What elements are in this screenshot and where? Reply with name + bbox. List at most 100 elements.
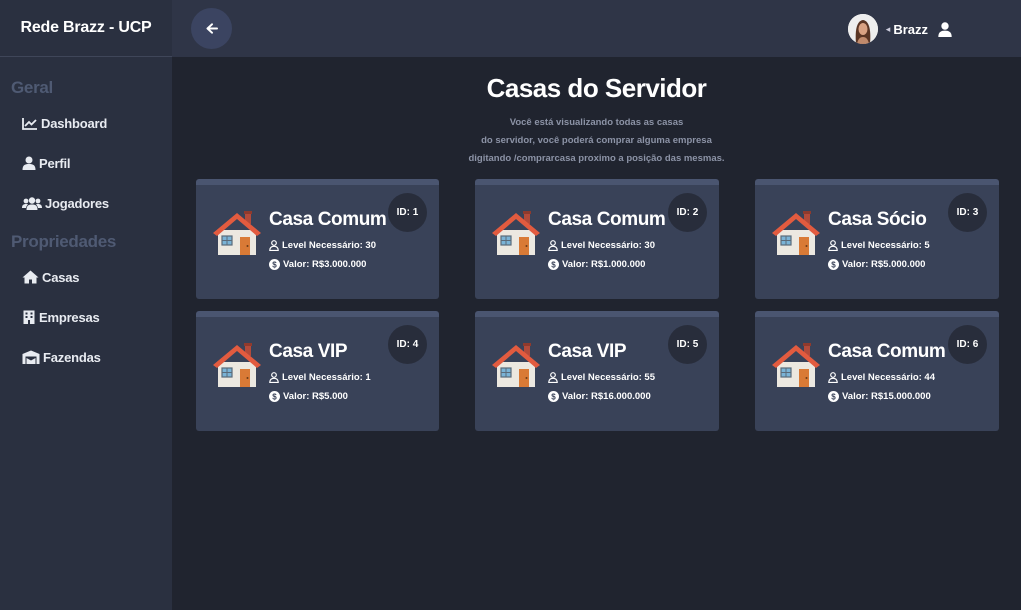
house-card[interactable]: Casa Sócio Level Necessário: 5 $ Valor: … xyxy=(755,179,999,299)
house-level-text: Level Necessário: 30 xyxy=(282,240,377,251)
house-id-badge: ID: 1 xyxy=(388,193,427,232)
dollar-icon: $ xyxy=(548,391,559,402)
sidebar-item-perfil[interactable]: Perfil xyxy=(0,143,172,183)
house-level-text: Level Necessário: 44 xyxy=(841,372,936,383)
house-emoji-icon xyxy=(213,211,261,255)
user-menu[interactable]: ◂ Brazz xyxy=(847,14,952,44)
user-icon xyxy=(22,156,36,170)
svg-text:$: $ xyxy=(272,393,277,402)
house-icon xyxy=(22,270,39,284)
house-name: Casa Comum xyxy=(828,341,946,362)
house-value-text: Valor: R$1.000.000 xyxy=(562,259,646,270)
user-outline-icon xyxy=(828,240,838,251)
brand-title[interactable]: Rede Brazz - UCP xyxy=(0,0,172,57)
dollar-icon: $ xyxy=(269,391,280,402)
svg-text:$: $ xyxy=(551,261,556,270)
chart-line-icon xyxy=(22,117,37,130)
house-value: $ Valor: R$5.000 xyxy=(269,391,348,402)
avatar xyxy=(847,14,878,44)
house-emoji-icon xyxy=(492,211,540,255)
house-value-text: Valor: R$5.000.000 xyxy=(842,259,926,270)
house-name: Casa Comum xyxy=(548,209,666,230)
caret-left-icon: ◂ xyxy=(885,23,891,34)
sidebar: Rede Brazz - UCP Geral Dashboard Perfil … xyxy=(0,0,172,610)
house-grid: Casa Comum Level Necessário: 30 $ Valor:… xyxy=(196,179,999,431)
house-card[interactable]: Casa Comum Level Necessário: 30 $ Valor:… xyxy=(475,179,719,299)
house-value-text: Valor: R$5.000 xyxy=(283,391,348,402)
house-level: Level Necessário: 30 xyxy=(548,240,655,251)
house-card[interactable]: Casa Comum Level Necessário: 44 $ Valor:… xyxy=(755,311,999,431)
house-id-badge: ID: 4 xyxy=(388,325,427,364)
house-value: $ Valor: R$5.000.000 xyxy=(828,259,925,270)
svg-text:$: $ xyxy=(831,261,836,270)
house-id-badge: ID: 3 xyxy=(948,193,987,232)
house-value: $ Valor: R$3.000.000 xyxy=(269,259,366,270)
house-level-text: Level Necessário: 1 xyxy=(282,372,371,383)
svg-text:$: $ xyxy=(272,261,277,270)
sidebar-item-label: Perfil xyxy=(39,155,71,171)
sidebar-section-geral: Geral xyxy=(11,78,53,97)
user-outline-icon xyxy=(548,240,558,251)
house-level: Level Necessário: 5 xyxy=(828,240,930,251)
sidebar-item-casas[interactable]: Casas xyxy=(0,257,172,297)
subtitle-line: do servidor, você poderá comprar alguma … xyxy=(481,135,712,146)
user-outline-icon xyxy=(269,372,279,383)
user-outline-icon xyxy=(269,240,279,251)
sidebar-item-label: Dashboard xyxy=(41,115,108,131)
subtitle-line: digitando /comprarcasa proximo a posição… xyxy=(468,153,725,164)
house-id-badge: ID: 6 xyxy=(948,325,987,364)
house-emoji-icon xyxy=(492,343,540,387)
sidebar-item-dashboard[interactable]: Dashboard xyxy=(0,103,172,143)
house-card[interactable]: Casa Comum Level Necessário: 30 $ Valor:… xyxy=(196,179,439,299)
page-subtitle: Você está visualizando todas as casas do… xyxy=(172,114,1021,168)
house-level-text: Level Necessário: 5 xyxy=(841,240,930,251)
house-level: Level Necessário: 1 xyxy=(269,372,371,383)
back-button[interactable] xyxy=(191,8,232,49)
topbar: ◂ Brazz xyxy=(172,0,1021,57)
house-level-text: Level Necessário: 55 xyxy=(561,372,656,383)
house-name: Casa VIP xyxy=(548,341,627,362)
user-icon xyxy=(938,21,952,37)
house-name: Casa VIP xyxy=(269,341,348,362)
house-value-text: Valor: R$15.000.000 xyxy=(842,391,931,402)
svg-text:$: $ xyxy=(551,393,556,402)
dollar-icon: $ xyxy=(828,259,839,270)
sidebar-section-propriedades: Propriedades xyxy=(11,232,117,251)
house-id-badge: ID: 5 xyxy=(668,325,707,364)
sidebar-item-label: Empresas xyxy=(39,309,100,325)
house-level-text: Level Necessário: 30 xyxy=(561,240,656,251)
user-outline-icon xyxy=(828,372,838,383)
dollar-icon: $ xyxy=(828,391,839,402)
house-emoji-icon xyxy=(772,211,820,255)
building-icon xyxy=(23,310,35,324)
username: Brazz xyxy=(893,21,928,37)
house-emoji-icon xyxy=(213,343,261,387)
subtitle-line: Você está visualizando todas as casas xyxy=(509,117,684,128)
users-icon xyxy=(22,196,42,210)
house-id-badge: ID: 2 xyxy=(668,193,707,232)
sidebar-item-label: Jogadores xyxy=(45,195,109,211)
house-value: $ Valor: R$1.000.000 xyxy=(548,259,645,270)
house-value: $ Valor: R$15.000.000 xyxy=(828,391,931,402)
sidebar-item-fazendas[interactable]: Fazendas xyxy=(0,337,172,377)
user-outline-icon xyxy=(548,372,558,383)
house-name: Casa Sócio xyxy=(828,209,927,230)
house-level: Level Necessário: 30 xyxy=(269,240,376,251)
dollar-icon: $ xyxy=(269,259,280,270)
house-card[interactable]: Casa VIP Level Necessário: 1 $ Valor: R$… xyxy=(196,311,439,431)
house-level: Level Necessário: 55 xyxy=(548,372,655,383)
page-title: Casas do Servidor xyxy=(486,73,707,103)
sidebar-item-jogadores[interactable]: Jogadores xyxy=(0,183,172,223)
house-emoji-icon xyxy=(772,343,820,387)
warehouse-icon xyxy=(22,350,40,364)
house-card[interactable]: Casa VIP Level Necessário: 55 $ Valor: R… xyxy=(475,311,719,431)
house-name: Casa Comum xyxy=(269,209,387,230)
dollar-icon: $ xyxy=(548,259,559,270)
arrow-left-icon xyxy=(206,23,218,34)
sidebar-item-label: Casas xyxy=(42,269,80,285)
house-value: $ Valor: R$16.000.000 xyxy=(548,391,651,402)
house-value-text: Valor: R$16.000.000 xyxy=(562,391,651,402)
sidebar-item-empresas[interactable]: Empresas xyxy=(0,297,172,337)
sidebar-item-label: Fazendas xyxy=(43,349,101,365)
house-value-text: Valor: R$3.000.000 xyxy=(283,259,367,270)
